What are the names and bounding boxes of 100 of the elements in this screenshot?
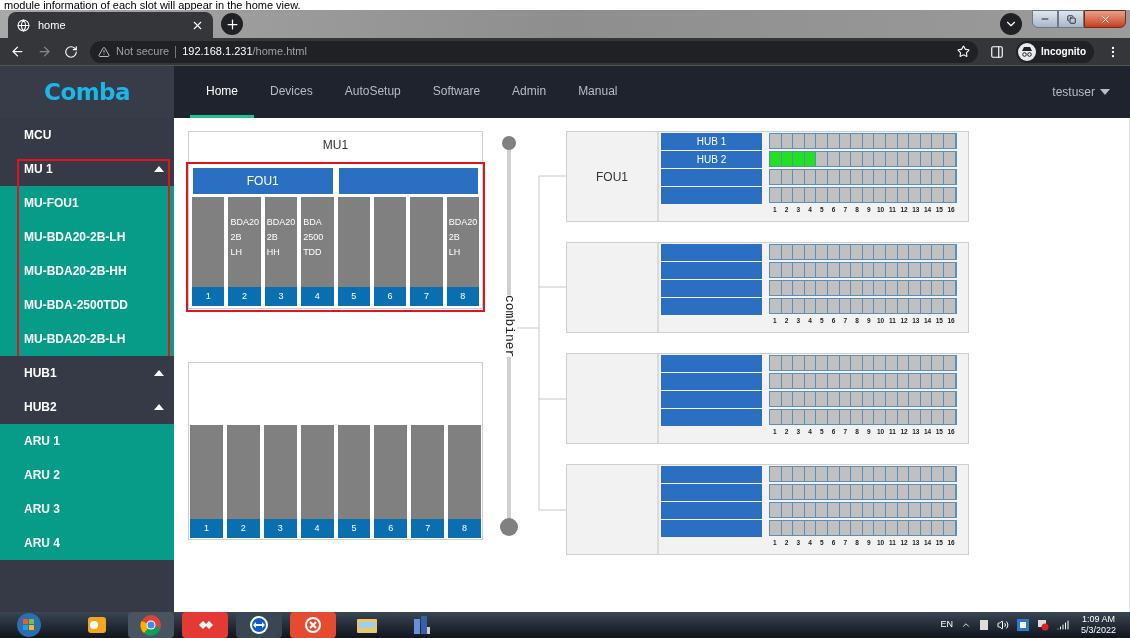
slot-number: 6	[374, 519, 408, 538]
sidebar-subitem[interactable]: ARU 1	[0, 424, 174, 458]
url-path: /home.html	[252, 44, 307, 60]
slot-number: 6	[373, 287, 407, 306]
slot-number: 2	[228, 287, 261, 306]
network-icon[interactable]	[1016, 619, 1029, 631]
slot[interactable]: 7	[410, 197, 443, 306]
nav-tab[interactable]: Admin	[496, 66, 563, 118]
url-host: 192.168.1.231	[182, 44, 253, 60]
slot-label: HH	[266, 247, 281, 258]
tab-search-button[interactable]	[1000, 13, 1022, 35]
slot-number: 5	[337, 519, 371, 538]
slot[interactable]: 1	[190, 425, 223, 538]
slot-number: 7	[411, 519, 445, 538]
module-bar[interactable]: FOU1	[193, 168, 333, 194]
hub-label: FOU1	[596, 168, 628, 186]
back-icon[interactable]	[10, 44, 25, 59]
slot-label: 2B	[266, 232, 279, 243]
close-button[interactable]	[1084, 10, 1126, 28]
address-bar[interactable]: Not secure 192.168.1.231/home.html	[90, 40, 978, 63]
slot[interactable]: BDA 2500 TDD 4	[301, 197, 334, 306]
star-icon[interactable]	[957, 45, 970, 58]
nav-tab[interactable]: Home	[190, 66, 254, 118]
port-bar[interactable]: HUB 2	[661, 151, 762, 168]
user-menu[interactable]: testuser	[1052, 66, 1130, 118]
slot-number: 2	[226, 519, 260, 538]
logo: Comba	[44, 77, 130, 107]
new-tab-button[interactable]	[221, 13, 243, 35]
caret-icon	[154, 370, 164, 376]
chrome-icon[interactable]	[128, 612, 174, 638]
sidebar-subitem[interactable]: ARU 3	[0, 492, 174, 526]
diamond-app-icon[interactable]	[182, 612, 228, 638]
slot[interactable]: 4	[300, 425, 334, 538]
slot[interactable]: BDA20 2B LH 2	[228, 197, 261, 306]
port-bar[interactable]: HUB 1	[661, 133, 762, 150]
profile-button[interactable]: Incognito	[1016, 40, 1094, 63]
sidebar-subitem[interactable]: MU-FOU1	[0, 186, 174, 220]
stop-app-icon[interactable]	[290, 612, 336, 638]
slot-label: BDA20	[448, 217, 479, 228]
flag-icon[interactable]	[1036, 619, 1049, 631]
warning-icon	[98, 45, 110, 58]
sidebar-subitem[interactable]: ARU 4	[0, 526, 174, 560]
slot-number: 4	[300, 519, 334, 538]
slot[interactable]: 6	[374, 425, 408, 538]
start-icon[interactable]	[14, 612, 44, 638]
slot-number: 3	[263, 519, 297, 538]
side-panel-icon[interactable]	[990, 44, 1004, 59]
forward-icon[interactable]	[37, 44, 52, 59]
sidebar-subitem[interactable]: ARU 2	[0, 458, 174, 492]
caret-icon	[154, 404, 164, 410]
nav-tab[interactable]: Manual	[562, 66, 634, 118]
slot[interactable]: 5	[337, 197, 370, 306]
slot-number: 1	[192, 287, 225, 306]
close-icon	[1099, 13, 1111, 25]
device-icon[interactable]	[978, 619, 989, 631]
caret-icon	[154, 166, 164, 172]
slot-label: BDA	[303, 217, 323, 228]
slot-number: 1	[190, 519, 223, 538]
tray-expand-icon[interactable]	[960, 620, 971, 630]
remote-app-icon[interactable]	[236, 612, 282, 638]
slot[interactable]: 2	[226, 425, 260, 538]
slot-number: 3	[264, 287, 298, 306]
clock-date[interactable]: 5/3/2022	[1080, 625, 1116, 636]
slot[interactable]: BDA20 2B LH 8	[446, 197, 479, 306]
slot-label: TDD	[303, 247, 323, 258]
slot-number: 8	[446, 287, 479, 306]
slot[interactable]: 1	[192, 197, 225, 306]
sidebar-subitem[interactable]: MU-BDA20-2B-LH	[0, 220, 174, 254]
security-label: Not secure	[116, 44, 170, 60]
slot-label: 2B	[448, 232, 461, 243]
plus-icon	[224, 16, 240, 32]
slot[interactable]: 7	[411, 425, 445, 538]
slot[interactable]: 3	[263, 425, 297, 538]
slot-label: LH	[230, 247, 243, 258]
slot[interactable]: 6	[373, 197, 407, 306]
minimize-button[interactable]	[1032, 10, 1058, 28]
nav-tab[interactable]: Devices	[254, 66, 329, 118]
clock-time[interactable]: 1:09 AM	[1081, 614, 1115, 625]
slot-label: 2500	[303, 232, 325, 243]
incognito-icon	[1018, 42, 1036, 61]
restore-button[interactable]	[1058, 10, 1084, 28]
slot[interactable]: 8	[448, 425, 481, 538]
globe-icon	[17, 18, 30, 32]
sidebar-subitem[interactable]: MU-BDA20-2B-HH	[0, 254, 174, 288]
panel-title: MU1	[321, 137, 350, 154]
slot[interactable]: 5	[337, 425, 371, 538]
slot-number: 5	[337, 287, 370, 306]
reload-icon[interactable]	[64, 44, 78, 59]
slot-number: 4	[301, 287, 334, 306]
sidebar-subitem[interactable]: MU-BDA20-2B-LH	[0, 322, 174, 356]
sidebar-subitem[interactable]: MU-BDA-2500TDD	[0, 288, 174, 322]
language-indicator[interactable]: EN	[940, 618, 953, 632]
nav-tab[interactable]: Software	[416, 66, 497, 118]
slot-number: 8	[448, 519, 481, 538]
browser-tab[interactable]: home	[8, 12, 213, 38]
slot-label: LH	[448, 247, 462, 258]
slot[interactable]: BDA20 2B HH 3	[264, 197, 298, 306]
restore-icon	[1066, 14, 1076, 24]
volume-icon[interactable]	[996, 619, 1009, 631]
nav-tab[interactable]: AutoSetup	[328, 66, 417, 118]
